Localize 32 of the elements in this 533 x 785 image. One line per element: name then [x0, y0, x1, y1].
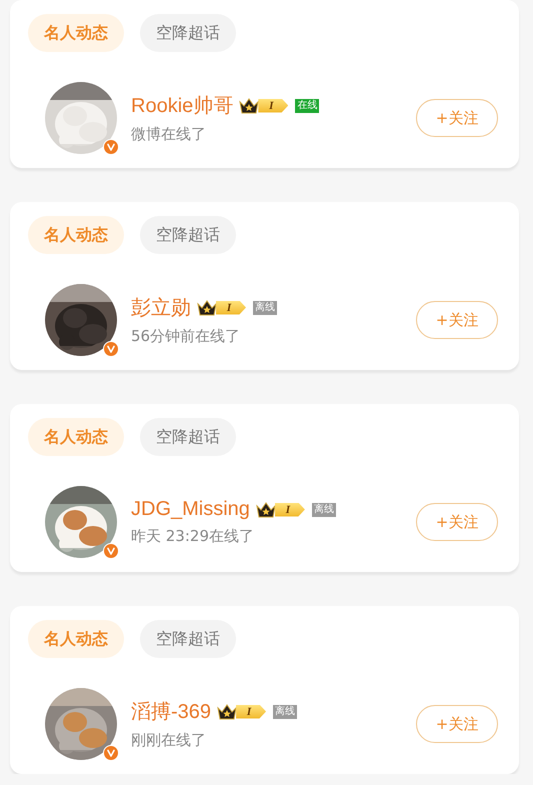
status-badge: 离线: [312, 502, 336, 516]
tab[interactable]: 空降超话: [140, 14, 236, 52]
crown-icon: [256, 502, 276, 518]
crown-icon: [197, 300, 217, 316]
tab[interactable]: 名人动态: [28, 418, 124, 456]
follow-button[interactable]: +关注: [416, 705, 498, 743]
follow-button[interactable]: +关注: [416, 503, 498, 541]
tab[interactable]: 名人动态: [28, 216, 124, 254]
activity-text: 刚刚在线了: [131, 731, 207, 750]
follow-button[interactable]: +关注: [416, 301, 498, 339]
level-badge: I: [236, 704, 266, 718]
activity-text: 微博在线了: [131, 125, 207, 144]
level-badge: I: [274, 502, 305, 516]
level-badge: I: [216, 300, 246, 314]
tab[interactable]: 空降超话: [140, 418, 236, 456]
user-name[interactable]: JDG_Missing: [131, 498, 250, 521]
tab[interactable]: 空降超话: [140, 216, 236, 254]
level-badge: I: [258, 98, 288, 112]
tab[interactable]: 名人动态: [28, 620, 124, 658]
user-name[interactable]: 滔搏-369: [131, 698, 212, 725]
crown-icon: [239, 98, 260, 114]
status-badge: 离线: [273, 704, 298, 718]
user-name[interactable]: 彭立勋: [131, 294, 191, 321]
activity-text: 昨天 23:29在线了: [131, 527, 255, 546]
status-badge: 离线: [253, 300, 277, 314]
crown-icon: [217, 704, 238, 720]
activity-text: 56分钟前在线了: [131, 327, 242, 346]
tab[interactable]: 空降超话: [140, 620, 236, 658]
user-name[interactable]: Rookie帅哥: [131, 92, 234, 119]
tab[interactable]: 名人动态: [28, 14, 124, 52]
follow-button[interactable]: +关注: [416, 99, 498, 137]
status-badge: 在线: [295, 98, 320, 112]
